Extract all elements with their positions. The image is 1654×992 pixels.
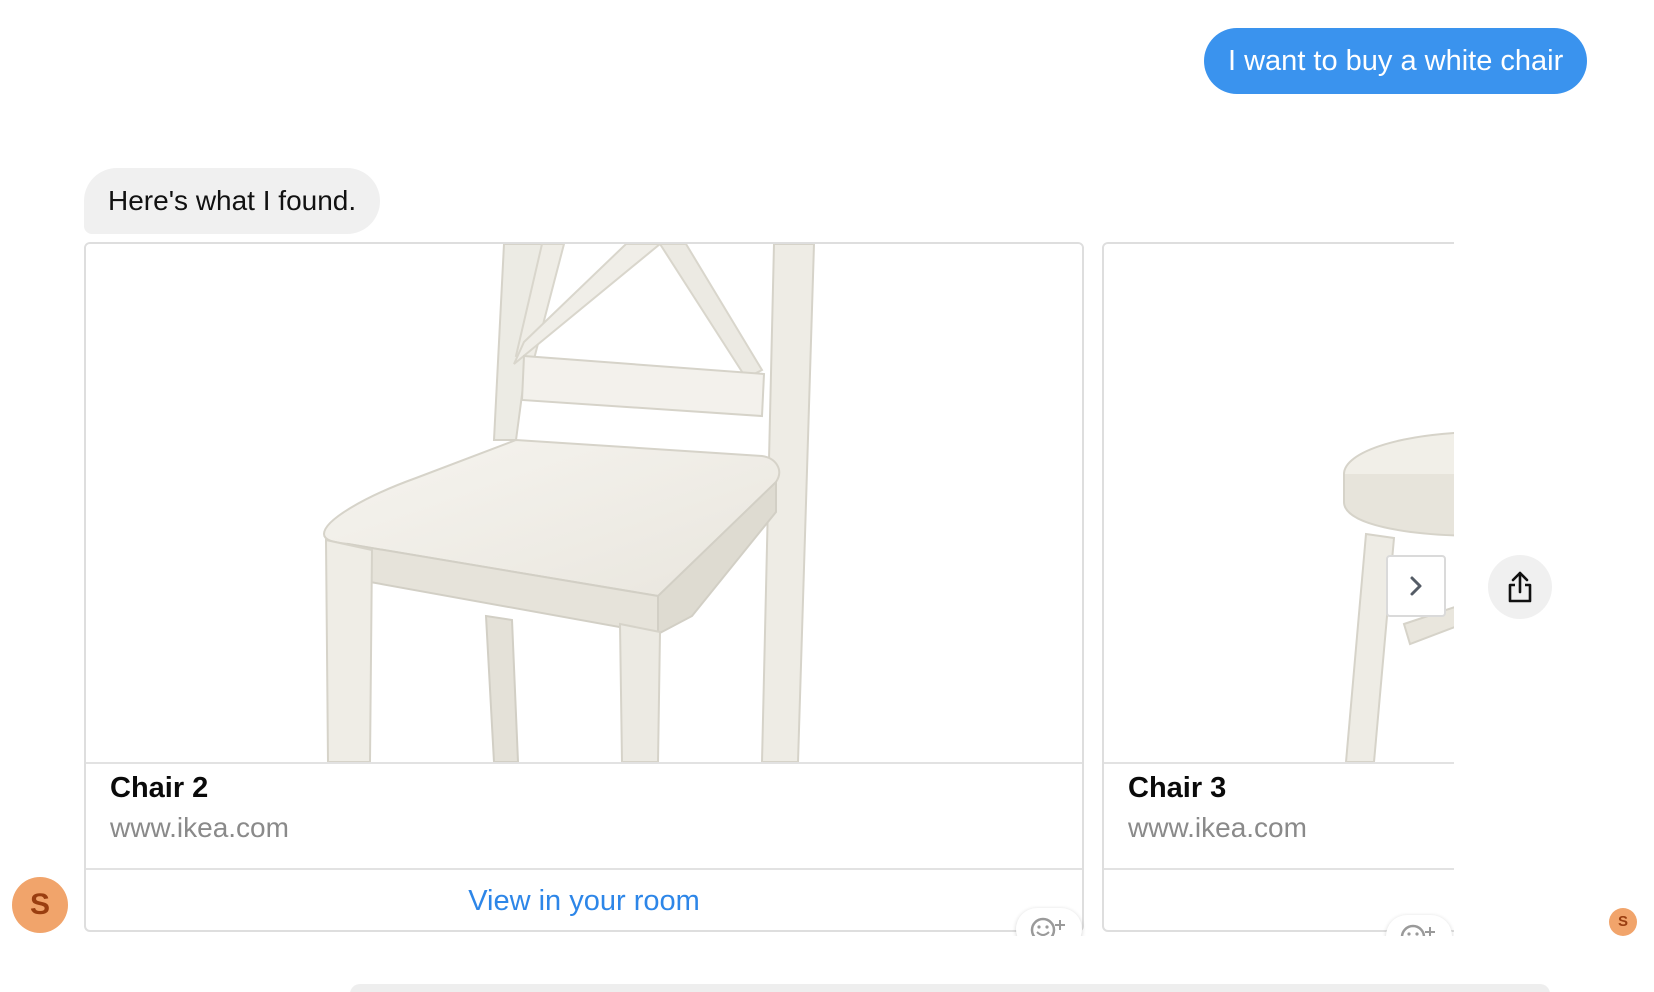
user-message-bubble[interactable]: I want to buy a white chair bbox=[1204, 28, 1588, 94]
add-reaction-button[interactable] bbox=[1016, 908, 1082, 936]
read-receipt-avatar: S bbox=[1609, 908, 1637, 936]
product-title: Chair 3 bbox=[1128, 772, 1227, 804]
bot-message-bubble[interactable]: Here's what I found. bbox=[84, 168, 381, 234]
chevron-right-icon bbox=[1410, 576, 1422, 596]
carousel-next-button[interactable] bbox=[1386, 555, 1446, 617]
view-in-your-room-button[interactable]: View in your room bbox=[86, 868, 1082, 930]
product-image-chair-3[interactable] bbox=[1104, 244, 1454, 762]
product-carousel: Chair 2 www.ikea.com View in your room C… bbox=[84, 242, 1454, 936]
product-url: www.ikea.com bbox=[1128, 812, 1307, 843]
white-wooden-chair-image bbox=[322, 244, 816, 762]
share-button[interactable] bbox=[1488, 555, 1552, 619]
product-card-chair-2[interactable]: Chair 2 www.ikea.com View in your room bbox=[84, 242, 1084, 932]
add-reaction-icon bbox=[1400, 924, 1435, 936]
share-icon bbox=[1508, 571, 1532, 603]
messenger-conversation: I want to buy a white chair Here's what … bbox=[0, 0, 1654, 992]
participant-avatar[interactable]: S bbox=[12, 877, 68, 933]
product-info-chair-3[interactable]: Chair 3 www.ikea.com bbox=[1104, 762, 1454, 868]
product-title: Chair 2 bbox=[110, 772, 209, 804]
message-composer[interactable] bbox=[350, 984, 1550, 992]
product-image-chair-2[interactable] bbox=[86, 244, 1082, 762]
product-url: www.ikea.com bbox=[110, 812, 289, 843]
add-reaction-icon bbox=[1030, 917, 1065, 936]
white-round-stool-image bbox=[1343, 431, 1454, 762]
add-reaction-button[interactable] bbox=[1386, 915, 1452, 936]
product-info-chair-2[interactable]: Chair 2 www.ikea.com bbox=[86, 762, 1082, 868]
